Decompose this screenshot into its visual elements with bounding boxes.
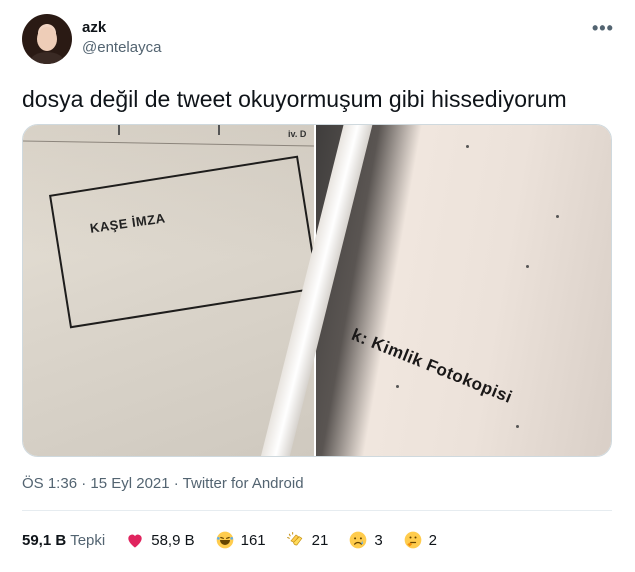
reaction-heart[interactable]: 58,9 B bbox=[125, 530, 195, 550]
tweet-timestamp[interactable]: ÖS 1:36 · 15 Eyl 2021 · Twitter for Andr… bbox=[22, 475, 304, 492]
more-options-icon[interactable]: ••• bbox=[592, 18, 614, 39]
reaction-sad[interactable]: 3 bbox=[348, 530, 383, 550]
tweet-card: azk @entelayca ••• dosya değil de tweet … bbox=[0, 0, 635, 572]
form-tick bbox=[218, 125, 220, 135]
crying-emoji-icon bbox=[348, 530, 368, 550]
reactions-count: 59,1 B bbox=[22, 531, 67, 549]
heart-icon bbox=[125, 530, 145, 550]
reactions-bar: 59,1 B Tepki 58,9 B 161 21 3 2 bbox=[22, 530, 457, 550]
form-tick bbox=[118, 125, 120, 135]
reactions-label: Tepki bbox=[70, 531, 106, 549]
photo-stamp-box[interactable]: iv. D KAŞE İMZA bbox=[23, 125, 320, 456]
laughing-emoji-icon bbox=[215, 530, 235, 550]
user-name[interactable]: azk bbox=[82, 19, 106, 36]
reaction-think[interactable]: 2 bbox=[403, 530, 437, 550]
avatar-body bbox=[30, 52, 64, 64]
sad-count: 3 bbox=[374, 531, 383, 549]
clapping-emoji-icon bbox=[286, 530, 306, 550]
avatar[interactable] bbox=[22, 14, 72, 64]
thinking-emoji-icon bbox=[403, 530, 423, 550]
reaction-laugh[interactable]: 161 bbox=[215, 530, 266, 550]
divider bbox=[22, 510, 612, 511]
laugh-count: 161 bbox=[240, 531, 266, 549]
paper-speck bbox=[466, 145, 469, 148]
clap-count: 21 bbox=[311, 531, 329, 549]
form-corner-text: iv. D bbox=[288, 129, 307, 139]
tweet-text: dosya değil de tweet okuyormuşum gibi hi… bbox=[22, 86, 567, 112]
think-count: 2 bbox=[428, 531, 438, 549]
user-handle[interactable]: @entelayca bbox=[82, 39, 161, 56]
photo-id-photocopy[interactable]: k: Kimlik Fotokopisi bbox=[258, 125, 611, 456]
heart-count: 58,9 B bbox=[151, 531, 195, 549]
avatar-face bbox=[37, 27, 57, 51]
paper-speck bbox=[526, 265, 529, 268]
paper-speck bbox=[556, 215, 559, 218]
reactions-total[interactable]: 59,1 B Tepki bbox=[22, 532, 105, 549]
reaction-clap[interactable]: 21 bbox=[286, 530, 329, 550]
paper-speck bbox=[516, 425, 519, 428]
id-photocopy-label: k: Kimlik Fotokopisi bbox=[348, 325, 516, 407]
paper-speck bbox=[396, 385, 399, 388]
tweet-media[interactable]: iv. D KAŞE İMZA k: Kimlik Fotokopisi bbox=[22, 124, 612, 457]
